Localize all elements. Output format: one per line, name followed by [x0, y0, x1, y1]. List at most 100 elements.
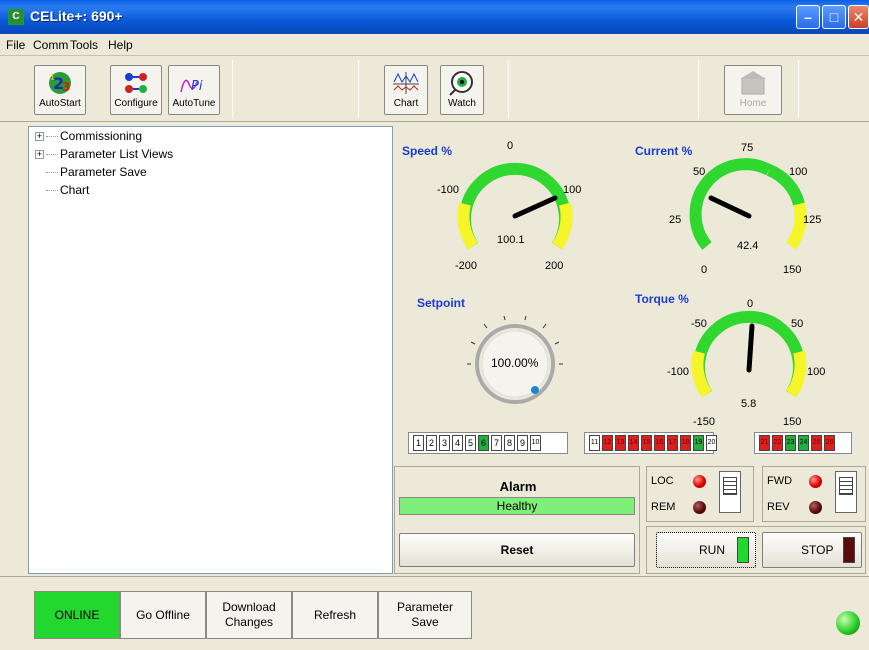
tree-item-parameter-save[interactable]: Parameter Save [35, 165, 147, 181]
current-value: 42.4 [737, 240, 759, 252]
parameter-save-label: Parameter Save [396, 600, 454, 629]
current-tick: 125 [803, 214, 822, 226]
digital-io: 11 12 13 14 15 16 17 18 19 20 [584, 432, 717, 454]
io-cell: 1 [413, 435, 424, 451]
title-bar: C CELite+: 690+ – □ ✕ [0, 0, 869, 34]
io-cell: 22 [772, 435, 783, 451]
minimize-button[interactable]: – [796, 5, 820, 29]
tree-item-label: Parameter List Views [60, 147, 174, 161]
app-icon: C [8, 9, 24, 25]
current-gauge-label: Current % [635, 144, 693, 158]
io-cell: 7 [491, 435, 502, 451]
menu-file[interactable]: File [6, 38, 25, 52]
toolbar-separator [508, 60, 509, 118]
autotune-button[interactable]: Pi AutoTune [168, 65, 220, 115]
tree-item-parameter-list-views[interactable]: + Parameter List Views [35, 147, 173, 163]
tree-item-commissioning[interactable]: + Commissioning [35, 129, 142, 145]
list-icon [723, 477, 737, 495]
io-cell: 25 [811, 435, 822, 451]
alarm-title: Alarm [499, 479, 537, 494]
setpoint-indicator [531, 386, 539, 394]
toolbar: 2 3 1 AutoStart Configure Pi AutoTune Ch… [0, 56, 869, 122]
stop-indicator [843, 537, 855, 563]
menu-help[interactable]: Help [108, 38, 133, 52]
run-button[interactable]: RUN [656, 532, 756, 568]
torque-tick: 100 [807, 366, 826, 378]
autotune-icon: Pi [180, 79, 203, 94]
maximize-button[interactable]: □ [822, 5, 846, 29]
speed-gauge [457, 162, 573, 250]
home-label: Home [739, 98, 767, 109]
stop-button[interactable]: STOP [762, 532, 862, 568]
speed-gauge-label: Speed % [402, 144, 453, 158]
direction-panel: FWD REV [762, 466, 866, 522]
home-button[interactable]: Home [724, 65, 782, 115]
online-button[interactable]: ONLINE [34, 591, 120, 639]
expand-icon[interactable]: + [35, 132, 44, 142]
configure-label: Configure [114, 98, 158, 109]
io-cell: 13 [615, 435, 626, 451]
io-cell: 23 [785, 435, 796, 451]
reset-button[interactable]: Reset [399, 533, 635, 567]
torque-tick: 150 [783, 416, 802, 428]
digital-inputs: 1 2 3 4 5 6 7 8 9 10 [408, 432, 568, 454]
loc-led [693, 475, 706, 488]
torque-tick: -150 [693, 416, 716, 428]
toolbar-separator [698, 60, 699, 118]
speed-tick: 200 [545, 260, 564, 272]
parameter-save-button[interactable]: Parameter Save [378, 591, 472, 639]
setpoint-value: 100.00% [491, 356, 539, 370]
rev-label: REV [767, 501, 790, 513]
watch-icon [449, 71, 473, 96]
io-cell: 12 [602, 435, 613, 451]
watch-button[interactable]: Watch [440, 65, 484, 115]
connection-status-led [836, 611, 860, 635]
io-cell: 19 [693, 435, 704, 451]
torque-gauge-label: Torque % [635, 292, 689, 306]
configure-icon [125, 73, 147, 93]
menu-comm[interactable]: Comm [33, 38, 68, 52]
torque-tick: -100 [667, 366, 690, 378]
chart-icon [393, 72, 419, 94]
speed-needle [512, 195, 558, 219]
loc-label: LOC [651, 475, 674, 487]
current-tick: 25 [669, 214, 682, 226]
menu-bar: File Comm Tools Help [0, 34, 869, 56]
chart-button[interactable]: Chart [384, 65, 428, 115]
menu-tools[interactable]: Tools [70, 38, 98, 52]
rev-led [809, 501, 822, 514]
io-cell: 20 [706, 435, 717, 451]
svg-text:1: 1 [50, 73, 55, 82]
io-cell: 14 [628, 435, 639, 451]
autostart-button[interactable]: 2 3 1 AutoStart [34, 65, 86, 115]
io-cell: 4 [452, 435, 463, 451]
autostart-icon: 2 3 1 [49, 72, 71, 94]
alarm-status: Healthy [399, 497, 635, 515]
torque-value: 5.8 [741, 398, 757, 410]
window-title: CELite+: 690+ [30, 8, 123, 24]
rem-led [693, 501, 706, 514]
refresh-button[interactable]: Refresh [292, 591, 378, 639]
watch-label: Watch [448, 98, 476, 109]
close-button[interactable]: ✕ [848, 5, 869, 29]
stop-label: STOP [801, 543, 834, 557]
toolbar-separator [798, 60, 799, 118]
io-cell: 18 [680, 435, 691, 451]
io-cell: 24 [798, 435, 809, 451]
svg-text:Pi: Pi [191, 79, 203, 94]
tree-item-chart[interactable]: Chart [35, 183, 89, 199]
torque-tick: 50 [791, 318, 804, 330]
io-cell: 6 [478, 435, 489, 451]
io-cell: 10 [530, 435, 541, 451]
speed-tick: 100 [563, 184, 582, 196]
tree-view: + Commissioning + Parameter List Views Par… [28, 126, 393, 574]
home-icon [740, 71, 766, 95]
loc-rem-toggle[interactable] [719, 471, 741, 513]
fwd-rev-toggle[interactable] [835, 471, 857, 513]
expand-icon[interactable]: + [35, 150, 44, 160]
fwd-led [809, 475, 822, 488]
configure-button[interactable]: Configure [110, 65, 162, 115]
download-changes-button[interactable]: Download Changes [206, 591, 292, 639]
go-offline-button[interactable]: Go Offline [120, 591, 206, 639]
current-tick: 150 [783, 264, 802, 276]
